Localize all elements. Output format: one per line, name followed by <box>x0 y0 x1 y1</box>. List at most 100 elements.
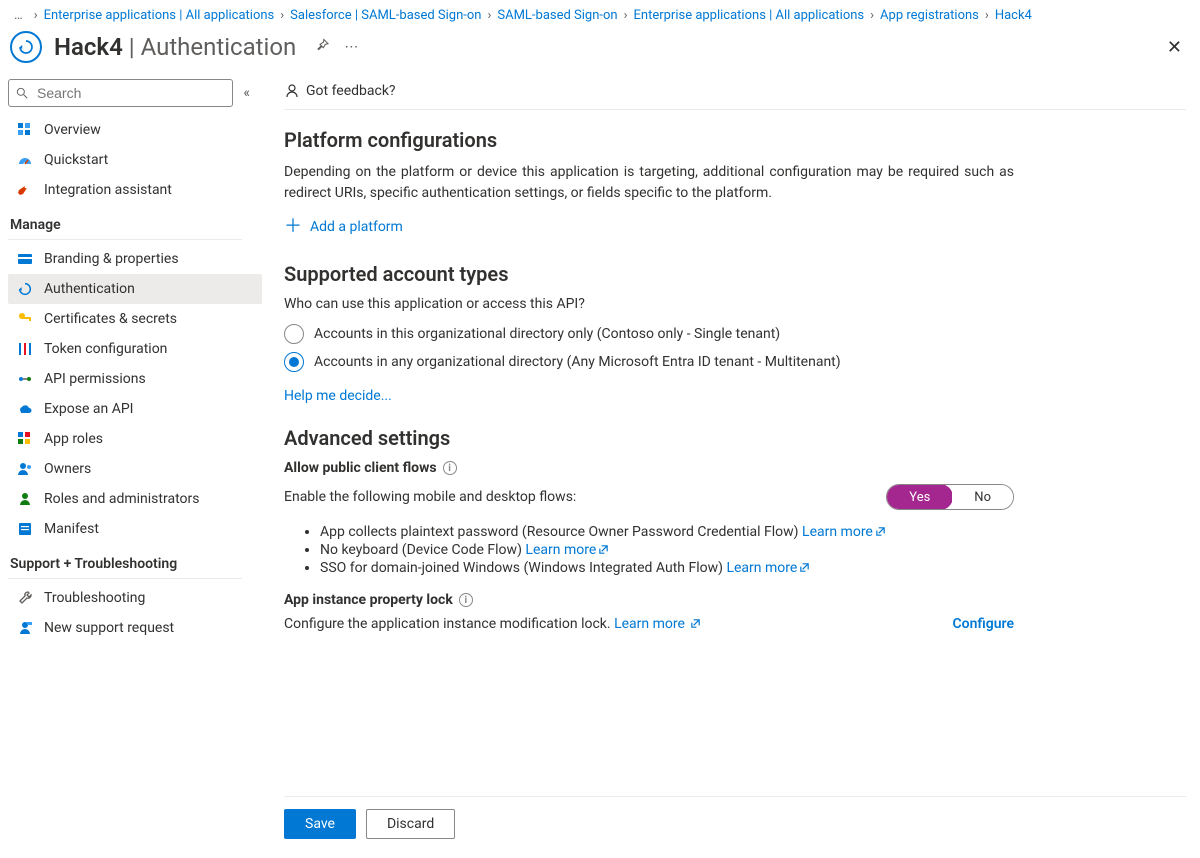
footer-actions: Save Discard <box>284 796 1186 853</box>
approles-icon <box>16 430 34 448</box>
learn-more-link[interactable]: Learn more <box>726 560 810 576</box>
sidebar-item-label: Certificates & secrets <box>44 311 177 327</box>
sidebar-item-label: Overview <box>44 122 101 138</box>
key-icon <box>16 310 34 328</box>
radio-icon <box>284 352 304 372</box>
chevron-right-icon: › <box>34 8 38 23</box>
sidebar-section-manage: Manage <box>8 205 242 240</box>
info-icon[interactable]: i <box>443 461 457 475</box>
sidebar-item-branding[interactable]: Branding & properties <box>8 244 262 274</box>
sidebar-item-app-roles[interactable]: App roles <box>8 424 262 454</box>
sidebar-item-token-config[interactable]: Token configuration <box>8 334 262 364</box>
learn-more-link[interactable]: Learn more <box>525 542 609 558</box>
public-client-flows-title: Allow public client flows i <box>284 460 1014 476</box>
sidebar-item-authentication[interactable]: Authentication <box>8 274 262 304</box>
breadcrumb-overflow[interactable]: … <box>10 8 28 23</box>
sidebar-item-expose-api[interactable]: Expose an API <box>8 394 262 424</box>
manifest-icon <box>16 520 34 538</box>
sidebar-item-api-permissions[interactable]: API permissions <box>8 364 262 394</box>
support-icon <box>16 619 34 637</box>
public-flows-toggle[interactable]: Yes No <box>886 484 1014 510</box>
enable-flows-label: Enable the following mobile and desktop … <box>284 489 576 505</box>
learn-more-link[interactable]: Learn more <box>614 616 701 632</box>
sidebar-item-manifest[interactable]: Manifest <box>8 514 262 544</box>
toggle-no[interactable]: No <box>952 485 1013 509</box>
search-icon <box>15 86 29 100</box>
sidebar-item-owners[interactable]: Owners <box>8 454 262 484</box>
sidebar-item-overview[interactable]: Overview <box>8 115 262 145</box>
feedback-button[interactable]: Got feedback? <box>284 83 396 99</box>
sidebar-item-label: New support request <box>44 620 174 636</box>
page-title: Hack4 | Authentication <box>54 33 296 61</box>
account-types-title: Supported account types <box>284 262 1014 286</box>
help-me-decide-link[interactable]: Help me decide... <box>284 388 392 404</box>
roles-icon <box>16 490 34 508</box>
sidebar-item-label: Quickstart <box>44 152 108 168</box>
api-icon <box>16 370 34 388</box>
platform-config-desc: Depending on the platform or device this… <box>284 162 1014 204</box>
flow-bullet: SSO for domain-joined Windows (Windows I… <box>320 560 1014 576</box>
chevron-right-icon: › <box>870 8 874 23</box>
main-content: Got feedback? Platform configurations De… <box>262 75 1200 853</box>
sidebar-item-label: Expose an API <box>44 401 133 417</box>
breadcrumb-item[interactable]: Enterprise applications | All applicatio… <box>634 8 865 23</box>
sidebar-item-label: Owners <box>44 461 91 477</box>
external-link-icon <box>690 618 701 629</box>
sidebar-item-roles-admins[interactable]: Roles and administrators <box>8 484 262 514</box>
collapse-sidebar-button[interactable]: « <box>239 81 254 105</box>
dashboard-icon <box>16 151 34 169</box>
external-link-icon <box>598 544 609 555</box>
sidebar-item-label: Manifest <box>44 521 99 537</box>
toggle-yes[interactable]: Yes <box>886 484 953 510</box>
app-icon <box>10 31 42 63</box>
flows-list: App collects plaintext password (Resourc… <box>320 524 1014 576</box>
advanced-settings-title: Advanced settings <box>284 426 1014 450</box>
card-icon <box>16 250 34 268</box>
sidebar-item-label: App roles <box>44 431 103 447</box>
chevron-right-icon: › <box>280 8 284 23</box>
configure-button[interactable]: Configure <box>953 616 1014 632</box>
breadcrumb-item[interactable]: SAML-based Sign-on <box>497 8 617 23</box>
wrench-icon <box>16 589 34 607</box>
swirl-icon <box>16 280 34 298</box>
discard-button[interactable]: Discard <box>366 809 455 839</box>
radio-label: Accounts in this organizational director… <box>314 326 780 342</box>
command-bar: Got feedback? <box>284 79 1186 110</box>
save-button[interactable]: Save <box>284 809 356 839</box>
info-icon[interactable]: i <box>459 593 473 607</box>
pin-icon[interactable] <box>314 37 330 57</box>
radio-label: Accounts in any organizational directory… <box>314 354 841 370</box>
add-platform-button[interactable]: ＋ Add a platform <box>284 218 403 236</box>
learn-more-link[interactable]: Learn more <box>802 524 886 540</box>
more-icon[interactable]: ⋯ <box>344 39 358 55</box>
sidebar-item-certificates[interactable]: Certificates & secrets <box>8 304 262 334</box>
cloud-icon <box>16 400 34 418</box>
radio-single-tenant[interactable]: Accounts in this organizational director… <box>284 324 1014 344</box>
property-lock-desc: Configure the application instance modif… <box>284 616 953 632</box>
grid-icon <box>16 121 34 139</box>
sidebar-item-label: Roles and administrators <box>44 491 199 507</box>
sidebar: « Overview Quickstart Integration assist… <box>0 75 262 853</box>
sidebar-item-label: Integration assistant <box>44 182 172 198</box>
breadcrumb-item[interactable]: Enterprise applications | All applicatio… <box>44 8 275 23</box>
feedback-label: Got feedback? <box>306 83 396 99</box>
radio-multi-tenant[interactable]: Accounts in any organizational directory… <box>284 352 1014 372</box>
sidebar-item-quickstart[interactable]: Quickstart <box>8 145 262 175</box>
sidebar-item-troubleshooting[interactable]: Troubleshooting <box>8 583 262 613</box>
add-platform-label: Add a platform <box>310 219 403 235</box>
sidebar-item-integration-assistant[interactable]: Integration assistant <box>8 175 262 205</box>
feedback-icon <box>284 83 300 99</box>
sliders-icon <box>16 340 34 358</box>
plus-icon: ＋ <box>284 218 302 236</box>
sidebar-item-label: API permissions <box>44 371 146 387</box>
close-button[interactable]: ✕ <box>1163 33 1186 62</box>
search-input[interactable] <box>35 84 226 102</box>
breadcrumb-item[interactable]: Salesforce | SAML-based Sign-on <box>290 8 481 23</box>
breadcrumb-item[interactable]: App registrations <box>880 8 979 23</box>
sidebar-item-new-support[interactable]: New support request <box>8 613 262 643</box>
rocket-icon <box>16 181 34 199</box>
search-box[interactable] <box>8 79 233 107</box>
sidebar-item-label: Troubleshooting <box>44 590 145 606</box>
breadcrumb-item-current[interactable]: Hack4 <box>995 8 1032 23</box>
sidebar-item-label: Branding & properties <box>44 251 179 267</box>
